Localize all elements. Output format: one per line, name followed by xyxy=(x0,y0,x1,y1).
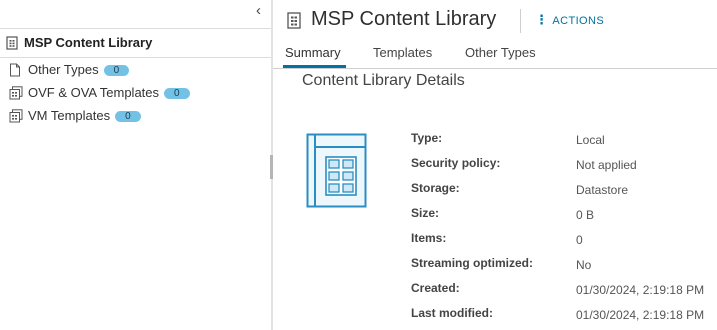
detail-value-size: 0 B xyxy=(576,208,595,222)
vertical-ellipsis-icon: ⋮ xyxy=(535,12,549,27)
title-separator xyxy=(520,9,521,33)
actions-label: ACTIONS xyxy=(552,15,605,27)
template-stack-icon xyxy=(9,109,23,128)
template-stack-icon xyxy=(9,86,23,105)
detail-label-security-policy: Security policy: xyxy=(411,156,501,170)
detail-label-streaming-optimized: Streaming optimized: xyxy=(411,256,534,270)
section-title: Content Library Details xyxy=(302,72,465,89)
detail-label-last-modified: Last modified: xyxy=(411,306,494,320)
detail-value-items: 0 xyxy=(576,233,583,247)
page-title: MSP Content Library xyxy=(311,8,497,30)
library-icon xyxy=(287,12,301,34)
active-tab-indicator xyxy=(283,65,346,68)
detail-value-type: Local xyxy=(576,133,605,147)
detail-label-items: Items: xyxy=(411,231,447,245)
detail-label-created: Created: xyxy=(411,281,460,295)
content-library-navigator: ‹ MSP Content Library Other Types 0 OVF … xyxy=(0,0,271,330)
detail-label-size: Size: xyxy=(411,206,440,220)
tree-item-label: Other Types xyxy=(28,62,99,77)
tree-root-label: MSP Content Library xyxy=(24,35,153,50)
collapse-pane-button[interactable]: ‹ xyxy=(256,3,270,19)
detail-value-storage: Datastore xyxy=(576,183,629,197)
detail-value-security-policy: Not applied xyxy=(576,158,637,172)
detail-label-type: Type: xyxy=(411,131,443,145)
content-library-illustration-icon xyxy=(306,133,368,214)
library-icon xyxy=(6,36,18,55)
tab-bar: Summary Templates Other Types xyxy=(273,40,717,69)
detail-label-storage: Storage: xyxy=(411,181,460,195)
library-detail-pane: MSP Content Library ⋮ ACTIONS Summary Tem… xyxy=(273,0,717,330)
tree-item-ovf-ova-templates[interactable]: OVF & OVA Templates 0 xyxy=(0,82,271,104)
tree-item-vm-templates[interactable]: VM Templates 0 xyxy=(0,105,271,127)
tree-item-label: VM Templates xyxy=(28,108,111,123)
file-icon xyxy=(9,63,21,82)
detail-value-streaming-optimized: No xyxy=(576,258,592,272)
detail-value-last-modified: 01/30/2024, 2:19:18 PM xyxy=(576,308,705,322)
actions-menu-button[interactable]: ⋮ ACTIONS xyxy=(535,12,604,28)
tab-other-types[interactable]: Other Types xyxy=(465,45,536,60)
tree-item-label: OVF & OVA Templates xyxy=(28,85,160,100)
tree-root-content-library[interactable]: MSP Content Library xyxy=(0,28,271,58)
count-badge: 0 xyxy=(103,65,130,76)
count-badge: 0 xyxy=(164,88,190,99)
tab-summary[interactable]: Summary xyxy=(285,45,341,60)
tab-templates[interactable]: Templates xyxy=(373,45,432,60)
count-badge: 0 xyxy=(115,111,141,122)
detail-value-created: 01/30/2024, 2:19:18 PM xyxy=(576,283,705,297)
tree-item-other-types[interactable]: Other Types 0 xyxy=(0,59,271,81)
